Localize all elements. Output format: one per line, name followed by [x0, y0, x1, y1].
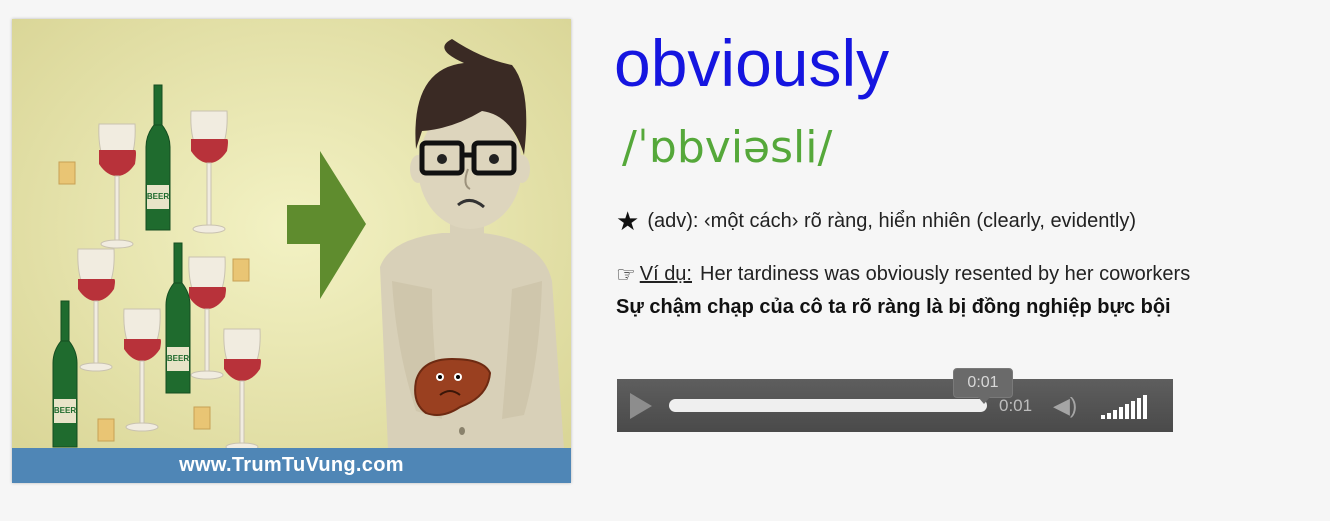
current-time: 0:01: [999, 396, 1033, 415]
audio-player[interactable]: 0:01 0:01 ◀): [617, 368, 1173, 432]
bottle-label: BEER: [147, 192, 169, 201]
definition-text: (adv): ‹một cách› rõ ràng, hiển nhiên (c…: [647, 209, 1137, 232]
example-line: ☞ Ví dụ: Her tardiness was obviously res…: [616, 263, 1190, 286]
example-sentence: Her tardiness was obviously resented by …: [700, 263, 1191, 285]
time-tooltip: 0:01: [953, 368, 1013, 404]
play-icon[interactable]: [630, 393, 652, 419]
example-translation: Sự chậm chạp của cô ta rõ ràng là bị đồn…: [616, 296, 1171, 318]
example-label: Ví dụ:: [639, 263, 692, 285]
volume-slider[interactable]: [1101, 393, 1147, 419]
website-url-banner: www.TrumTuVung.com: [12, 448, 571, 483]
word-illustration: BEER BEER BEER www.TrumTuVung.com: [12, 19, 571, 483]
ipa-pronunciation: /ˈɒbviəsli/: [622, 122, 833, 173]
speaker-icon[interactable]: ◀): [1053, 393, 1077, 419]
star-icon: ★: [616, 206, 640, 236]
pointing-hand-icon: ☞: [616, 261, 636, 287]
illustration-scene: BEER BEER BEER: [12, 19, 571, 483]
bottle-label: BEER: [54, 406, 76, 415]
definition-line: ★ (adv): ‹một cách› rõ ràng, hiển nhiên …: [616, 208, 1136, 234]
vocabulary-word: obviously: [614, 26, 890, 100]
bottle-label: BEER: [167, 354, 189, 363]
seek-bar[interactable]: [669, 399, 987, 412]
